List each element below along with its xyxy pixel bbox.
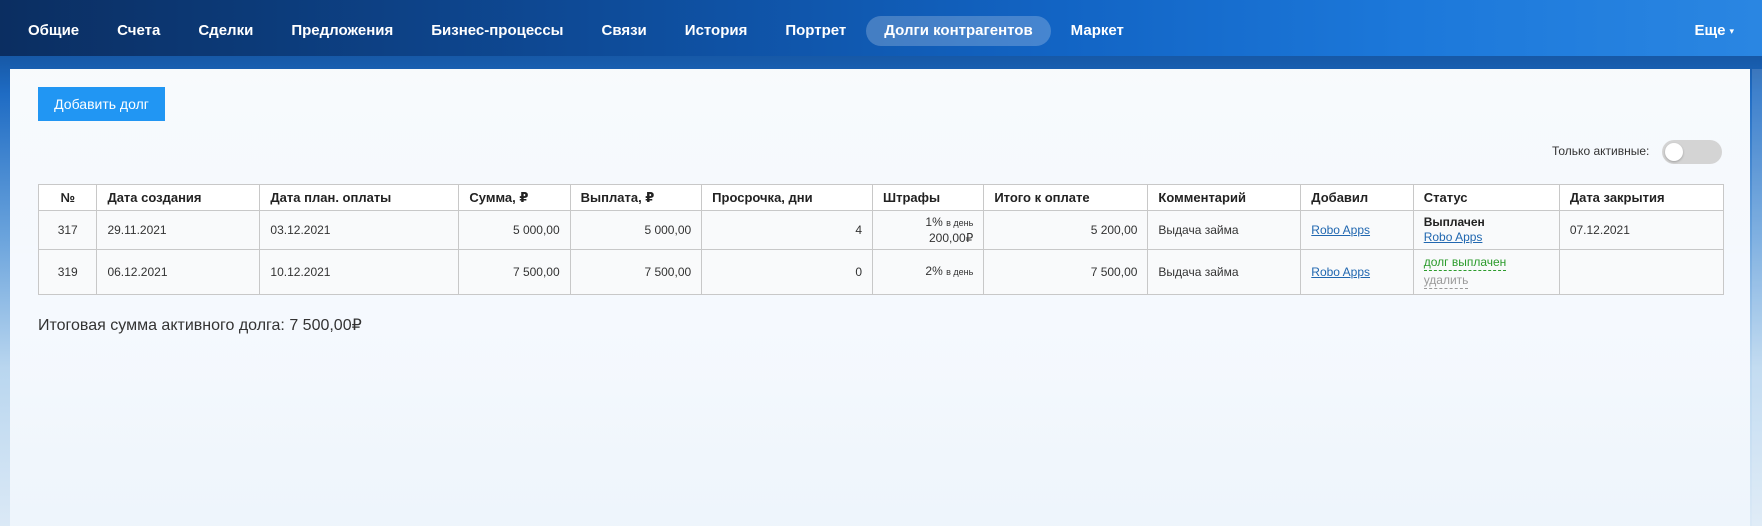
cell-amount: 7 500,00 (458, 249, 571, 295)
cell-status: Выплачен Robo Apps (1412, 210, 1560, 250)
cell-overdue: 4 (701, 210, 874, 250)
col-header-planned-payment: Дата план. оплаты (259, 184, 460, 211)
cell-planned: 10.12.2021 (259, 249, 460, 295)
cell-total: 5 200,00 (983, 210, 1149, 250)
tab-business-processes[interactable]: Бизнес-процессы (413, 16, 581, 46)
mark-debt-paid-link[interactable]: долг выплачен (1423, 255, 1507, 271)
fine-amount: 200,00₽ (928, 230, 974, 245)
tab-history[interactable]: История (667, 16, 766, 46)
tab-relations[interactable]: Связи (583, 16, 664, 46)
col-header-amount: Сумма, ₽ (458, 184, 571, 211)
table-row: 319 06.12.2021 10.12.2021 7 500,00 7 500… (37, 249, 1725, 295)
cell-created: 06.12.2021 (96, 249, 261, 295)
col-header-closed: Дата закрытия (1558, 184, 1725, 211)
cell-total: 7 500,00 (983, 249, 1149, 295)
fine-per-day: в день (946, 217, 974, 228)
added-by-link[interactable]: Robo Apps (1311, 223, 1370, 237)
chevron-down-icon: ▾ (1729, 25, 1734, 36)
cell-overdue: 0 (701, 249, 874, 295)
tab-quotes[interactable]: Предложения (273, 16, 411, 46)
tab-nav: Общие Счета Сделки Предложения Бизнес-пр… (28, 16, 1144, 46)
tab-market[interactable]: Маркет (1053, 16, 1142, 46)
cell-paid: 5 000,00 (569, 210, 703, 250)
col-header-comment: Комментарий (1147, 184, 1302, 211)
more-menu-button[interactable]: Еще ▾ (1694, 22, 1734, 39)
right-edge-strip (1752, 69, 1762, 526)
debts-table: № Дата создания Дата план. оплаты Сумма,… (37, 184, 1725, 295)
cell-closed (1558, 249, 1725, 295)
cell-comment: Выдача займа (1147, 210, 1302, 250)
status-user-link[interactable]: Robo Apps (1424, 230, 1549, 245)
cell-planned: 03.12.2021 (259, 210, 460, 250)
cell-paid: 7 500,00 (569, 249, 703, 295)
top-navigation-bar: Общие Счета Сделки Предложения Бизнес-пр… (0, 0, 1762, 56)
cell-created: 29.11.2021 (96, 210, 261, 250)
table-row: 317 29.11.2021 03.12.2021 5 000,00 5 000… (37, 210, 1725, 250)
only-active-label: Только активные: (1552, 144, 1650, 158)
cell-comment: Выдача займа (1147, 249, 1302, 295)
added-by-link[interactable]: Robo Apps (1311, 265, 1370, 279)
toggle-knob (1665, 143, 1683, 161)
delete-debt-link[interactable]: удалить (1423, 273, 1469, 289)
tab-invoices[interactable]: Счета (99, 16, 178, 46)
cell-amount: 5 000,00 (458, 210, 571, 250)
only-active-toggle[interactable] (1662, 140, 1722, 164)
status-text: Выплачен (1423, 215, 1485, 229)
col-header-total: Итого к оплате (983, 184, 1149, 211)
cell-added-by: Robo Apps (1300, 249, 1414, 295)
cell-fines: 1% в день 200,00₽ (872, 210, 985, 250)
col-header-overdue: Просрочка, дни (701, 184, 874, 211)
col-header-status: Статус (1412, 184, 1560, 211)
tab-deals[interactable]: Сделки (180, 16, 271, 46)
col-header-created: Дата создания (96, 184, 261, 211)
tab-general[interactable]: Общие (28, 16, 97, 46)
cell-closed: 07.12.2021 (1558, 210, 1725, 250)
debts-panel: Добавить долг Только активные: № Дата со… (10, 69, 1750, 526)
col-header-paid: Выплата, ₽ (569, 184, 703, 211)
fine-per-day: в день (946, 267, 974, 277)
active-debt-total: Итоговая сумма активного долга: 7 500,00… (38, 317, 362, 334)
fine-rate: 2% (925, 264, 943, 278)
add-debt-button[interactable]: Добавить долг (38, 87, 165, 121)
cell-num: 319 (37, 249, 98, 295)
col-header-num: № (37, 184, 98, 211)
cell-fines: 2% в день (872, 249, 985, 295)
more-label: Еще (1694, 22, 1726, 39)
cell-status: долг выплачен удалить (1412, 249, 1560, 295)
col-header-added-by: Добавил (1300, 184, 1414, 211)
cell-added-by: Robo Apps (1300, 210, 1414, 250)
cell-num: 317 (37, 210, 98, 250)
col-header-fines: Штрафы (872, 184, 985, 211)
fine-rate: 1% (925, 214, 943, 229)
tab-portrait[interactable]: Портрет (767, 16, 864, 46)
tab-counterparty-debts[interactable]: Долги контрагентов (866, 16, 1051, 46)
table-header-row: № Дата создания Дата план. оплаты Сумма,… (37, 184, 1725, 211)
